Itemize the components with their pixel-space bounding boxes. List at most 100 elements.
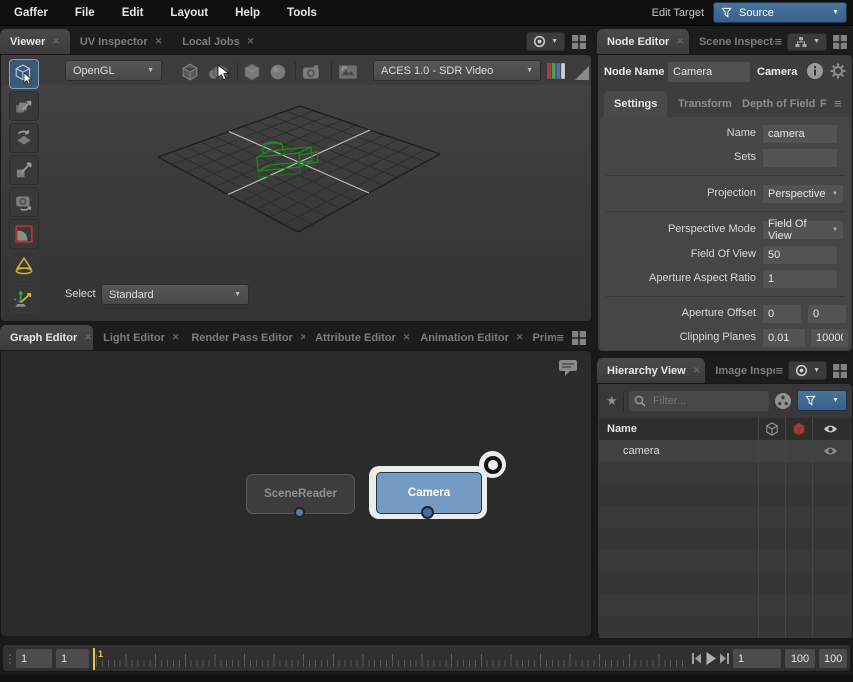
annotation-bubble-icon[interactable] xyxy=(557,358,579,378)
exclusions-column-icon[interactable] xyxy=(792,422,806,436)
tab-viewer[interactable]: Viewer ✕ xyxy=(0,29,70,54)
hierarchy-filter-dropdown[interactable]: ▼ xyxy=(797,390,847,411)
node-camera-output-port[interactable] xyxy=(421,506,434,519)
close-icon[interactable]: ✕ xyxy=(516,332,523,343)
set-membership-icon[interactable] xyxy=(774,392,792,410)
exposure-button[interactable] xyxy=(571,62,593,84)
tab-attribute-editor[interactable]: Attribute Editor ✕ xyxy=(305,325,410,350)
light-tool-button[interactable] xyxy=(9,251,39,281)
layout-grid-icon[interactable] xyxy=(571,34,587,50)
close-icon[interactable]: ✕ xyxy=(676,36,684,47)
render-controls-button[interactable] xyxy=(337,61,359,83)
node-name-input[interactable] xyxy=(668,62,750,82)
look-through-camera-button[interactable] xyxy=(301,61,323,83)
gear-icon[interactable] xyxy=(829,62,847,80)
close-icon[interactable]: ✕ xyxy=(693,365,701,376)
crop-window-tool-button[interactable] xyxy=(9,219,39,249)
menu-help[interactable]: Help xyxy=(235,7,260,19)
clipping-far-input[interactable] xyxy=(811,329,848,347)
section-tab-menu-icon[interactable]: ≡ xyxy=(834,97,842,110)
layout-grid-icon[interactable] xyxy=(832,363,848,379)
aperture-offset-y-input[interactable] xyxy=(808,305,846,323)
tab-hierarchy-view[interactable]: Hierarchy View ✕ xyxy=(597,358,705,383)
selection-tool-button[interactable] xyxy=(9,59,39,89)
soft-start-input[interactable] xyxy=(56,649,89,668)
tab-node-editor[interactable]: Node Editor ✕ xyxy=(597,29,689,54)
renderer-dropdown[interactable]: OpenGL ▼ xyxy=(65,60,162,81)
node-scenereader-output-port[interactable] xyxy=(294,507,305,518)
tab-animation-editor[interactable]: Animation Editor ✕ xyxy=(410,325,522,350)
tab-image-inspector[interactable]: Image Inspe xyxy=(705,358,775,383)
light-position-tool-button[interactable] xyxy=(9,283,39,313)
tab-graph-editor[interactable]: Graph Editor ✕ xyxy=(0,325,93,350)
playhead[interactable] xyxy=(93,648,95,670)
tab-light-editor[interactable]: Light Editor ✕ xyxy=(93,325,181,350)
hierarchy-focus-menu-button[interactable]: ▼ xyxy=(788,361,827,380)
select-dropdown[interactable]: Standard ▼ xyxy=(101,284,249,305)
viewport-3d[interactable] xyxy=(2,85,591,321)
filter-input[interactable] xyxy=(651,394,755,408)
close-icon[interactable]: ✕ xyxy=(84,332,92,343)
soft-end-input[interactable] xyxy=(785,649,815,668)
star-icon[interactable]: ★ xyxy=(606,393,618,409)
viewer-focus-menu-button[interactable]: ▼ xyxy=(526,32,565,51)
shading-wireframe-button[interactable] xyxy=(179,61,201,83)
channels-button[interactable] xyxy=(545,60,567,82)
frame-ruler[interactable] xyxy=(96,651,688,669)
tab-primitive-inspector[interactable]: Prim xyxy=(523,325,557,350)
camera-tool-button[interactable] xyxy=(9,187,39,217)
sets-input[interactable] xyxy=(763,149,837,167)
tab-depth-of-field[interactable]: Depth of Field xyxy=(732,91,825,117)
inclusions-column-icon[interactable] xyxy=(765,422,779,436)
skip-to-start-button[interactable] xyxy=(691,652,702,665)
tab-render-truncated[interactable]: F xyxy=(818,91,829,117)
display-transform-dropdown[interactable]: ACES 1.0 - SDR Video ▼ xyxy=(373,60,541,81)
aspect-ratio-input[interactable] xyxy=(763,270,837,288)
current-frame-input[interactable] xyxy=(733,649,781,668)
node-set-menu-button[interactable]: ▼ xyxy=(787,33,827,51)
menu-file[interactable]: File xyxy=(75,7,95,19)
tab-transform[interactable]: Transform xyxy=(668,91,742,117)
translate-tool-button[interactable] xyxy=(9,91,39,121)
timeline-grip[interactable] xyxy=(9,652,11,666)
focus-indicator[interactable] xyxy=(479,451,506,478)
graph-editor-canvas[interactable]: SceneReader Camera xyxy=(0,350,592,637)
menu-edit[interactable]: Edit xyxy=(122,7,144,19)
close-icon[interactable]: ✕ xyxy=(172,332,180,343)
menu-tools[interactable]: Tools xyxy=(287,7,317,19)
tab-settings[interactable]: Settings xyxy=(604,91,667,117)
name-input[interactable] xyxy=(763,125,837,143)
layout-grid-icon[interactable] xyxy=(832,34,848,50)
fov-input[interactable] xyxy=(763,246,837,264)
menu-gaffer[interactable]: Gaffer xyxy=(14,7,48,19)
tab-menu-icon[interactable]: ≡ xyxy=(775,364,783,377)
tab-render-pass-editor[interactable]: Render Pass Editor ✕ xyxy=(181,325,305,350)
play-button[interactable] xyxy=(705,651,717,666)
visibility-eye-icon[interactable] xyxy=(823,445,838,457)
hierarchy-row-camera[interactable]: camera xyxy=(599,440,852,462)
range-end-input[interactable] xyxy=(819,649,847,668)
close-icon[interactable]: ✕ xyxy=(247,36,255,47)
perspective-mode-dropdown[interactable]: Field Of View ▼ xyxy=(763,221,843,239)
close-icon[interactable]: ✕ xyxy=(403,332,410,343)
shaded-sphere-button[interactable] xyxy=(267,61,289,83)
close-icon[interactable]: ✕ xyxy=(52,36,60,47)
tab-menu-icon[interactable]: ≡ xyxy=(556,331,564,344)
skip-to-end-button[interactable] xyxy=(719,652,730,665)
edit-target-dropdown[interactable]: Source ▼ xyxy=(713,2,847,23)
visibility-column-icon[interactable] xyxy=(823,423,838,435)
tab-menu-icon[interactable]: ≡ xyxy=(774,35,782,48)
tab-local-jobs[interactable]: Local Jobs ✕ xyxy=(172,29,264,54)
projection-dropdown[interactable]: Perspective ▼ xyxy=(763,185,843,203)
rotate-tool-button[interactable] xyxy=(9,123,39,153)
scale-tool-button[interactable] xyxy=(9,155,39,185)
tab-scene-inspector[interactable]: Scene Inspecto xyxy=(689,29,775,54)
close-icon[interactable]: ✕ xyxy=(155,36,163,47)
menu-layout[interactable]: Layout xyxy=(170,7,208,19)
name-column-header[interactable]: Name xyxy=(607,423,637,435)
info-icon[interactable] xyxy=(806,62,824,80)
solid-cube-button[interactable] xyxy=(241,61,263,83)
clipping-near-input[interactable] xyxy=(763,329,805,347)
aperture-offset-x-input[interactable] xyxy=(763,305,801,323)
range-start-input[interactable] xyxy=(16,649,52,668)
